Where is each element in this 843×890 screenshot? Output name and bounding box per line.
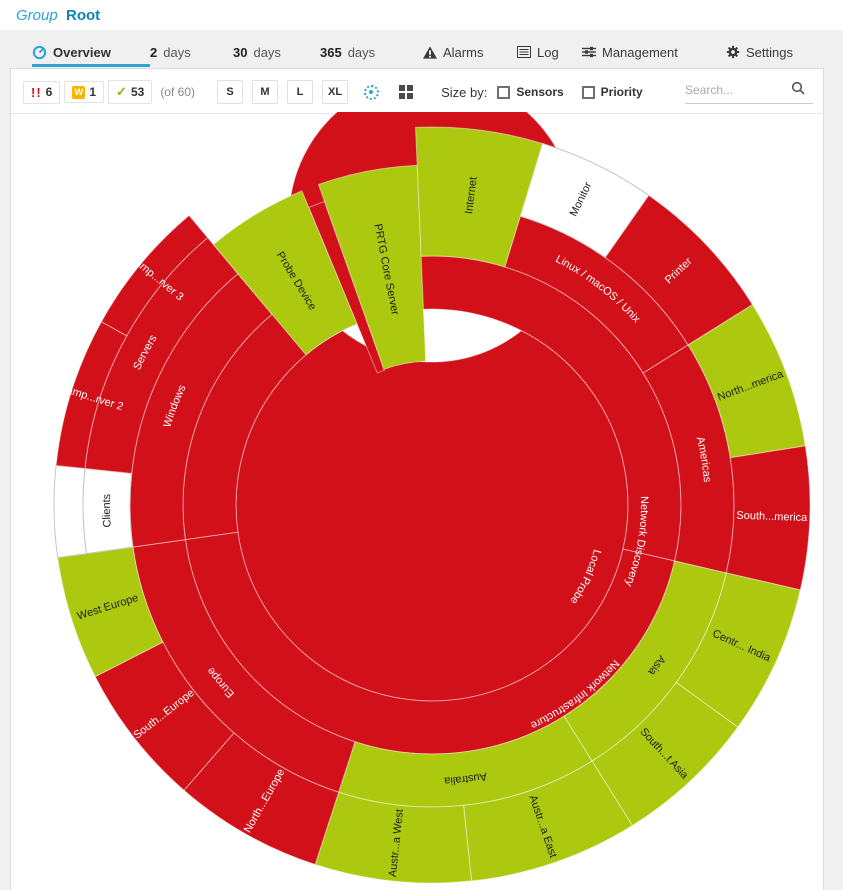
tab-overview[interactable]: Overview — [32, 40, 111, 64]
sensors-checkbox-group[interactable]: Sensors — [497, 85, 563, 99]
tab-bar: Overview 2 days 30 days 365 days Alarms … — [0, 30, 843, 68]
search-box[interactable] — [685, 81, 813, 104]
tab-alarms-label: Alarms — [443, 45, 483, 60]
search-input[interactable] — [685, 83, 791, 97]
search-icon — [791, 81, 805, 100]
down-count: 6 — [46, 85, 53, 99]
tab-2-days[interactable]: 2 days — [150, 40, 191, 64]
tab-log-label: Log — [537, 45, 559, 60]
sliders-icon — [582, 46, 596, 58]
warning-count: 1 — [89, 85, 96, 99]
tab-alarms[interactable]: Alarms — [423, 40, 483, 64]
sunburst-chart[interactable]: Local ProbeNetwork DiscoveryNetwork Infr… — [0, 112, 843, 890]
segment-label-south-america: South...merica — [736, 510, 808, 524]
status-chip-up[interactable]: ✓ 53 — [108, 80, 152, 104]
size-by-label: Size by: — [441, 85, 487, 100]
tab-management-label: Management — [602, 45, 678, 60]
up-status-icon: ✓ — [116, 84, 127, 100]
priority-checkbox-label: Priority — [601, 85, 643, 99]
toolbar: !! 6 W 1 ✓ 53 (of 60) S M L XL Size by: … — [23, 77, 813, 107]
tab-settings-label: Settings — [746, 45, 793, 60]
page-title-type: Group — [16, 7, 58, 24]
sensors-checkbox[interactable] — [497, 86, 510, 99]
tab-365-days[interactable]: 365 days — [320, 40, 375, 64]
total-count-label: (of 60) — [160, 85, 195, 99]
segment-label-clients: Clients — [101, 493, 114, 528]
tile-view-icon — [399, 85, 413, 99]
sunburst-view-icon — [364, 85, 379, 100]
priority-checkbox-group[interactable]: Priority — [582, 85, 643, 99]
tab-30-days[interactable]: 30 days — [233, 40, 281, 64]
warning-triangle-icon — [423, 46, 437, 59]
tab-overview-label: Overview — [53, 45, 111, 60]
size-button-s[interactable]: S — [217, 80, 243, 104]
warning-status-icon: W — [72, 86, 85, 99]
tab-log[interactable]: Log — [517, 40, 559, 64]
sensors-checkbox-label: Sensors — [516, 85, 563, 99]
page-title: Root — [66, 7, 100, 24]
size-button-l[interactable]: L — [287, 80, 313, 104]
gauge-icon — [32, 45, 47, 60]
tile-view-button[interactable] — [392, 79, 420, 105]
down-status-icon: !! — [31, 85, 42, 100]
size-button-m[interactable]: M — [252, 80, 278, 104]
title-bar: Group Root — [0, 0, 843, 30]
up-count: 53 — [131, 85, 144, 99]
gear-icon — [726, 45, 740, 59]
log-list-icon — [517, 46, 531, 58]
sunburst-view-button[interactable] — [357, 79, 385, 105]
active-tab-underline — [32, 64, 150, 67]
status-chip-warning[interactable]: W 1 — [64, 81, 104, 103]
tab-management[interactable]: Management — [582, 40, 678, 64]
segment-client-device[interactable] — [54, 465, 86, 557]
tab-settings[interactable]: Settings — [726, 40, 793, 64]
size-button-xl[interactable]: XL — [322, 80, 348, 104]
status-chip-down[interactable]: !! 6 — [23, 81, 60, 104]
priority-checkbox[interactable] — [582, 86, 595, 99]
